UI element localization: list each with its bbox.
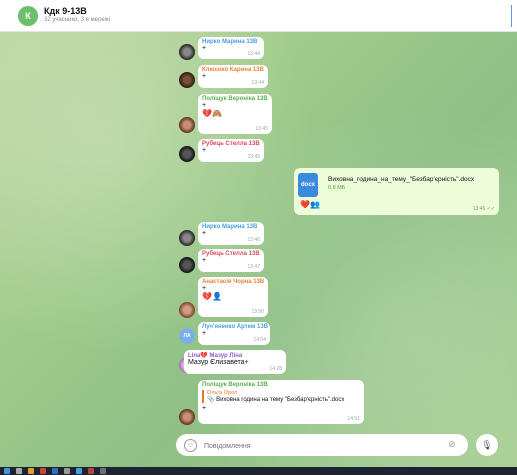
message-bubble[interactable]: Поліщук Вероніка 13В + 💔🙈 13:45: [198, 94, 272, 134]
avatar[interactable]: [179, 409, 195, 425]
message-time: 13:44: [247, 51, 260, 57]
sender-name[interactable]: Рубець Стелла 13В: [202, 141, 260, 147]
avatar[interactable]: ЛА: [179, 328, 195, 344]
avatar[interactable]: [179, 257, 195, 273]
sender-name[interactable]: Рубець Стелла 13В: [202, 251, 260, 257]
emoji-icon[interactable]: ☺: [184, 439, 197, 452]
message-text: +: [202, 285, 207, 292]
taskbar-app-icon[interactable]: [100, 468, 106, 474]
message-time: 13:46: [247, 237, 260, 243]
avatar[interactable]: [179, 72, 195, 88]
taskbar-app-icon[interactable]: [76, 468, 82, 474]
start-icon[interactable]: [4, 468, 10, 474]
sender-name[interactable]: Lina💔 Мазур Ліна: [188, 352, 282, 359]
message-text: +: [202, 102, 207, 109]
sender-name[interactable]: Клюєнко Карина 13В: [202, 67, 264, 73]
message-text: +: [202, 405, 207, 412]
message-time: 13:45: [255, 126, 268, 132]
message-text: Мазур Єлизавета+: [188, 359, 249, 366]
message-time: 13:47: [247, 264, 260, 270]
taskbar-app-icon[interactable]: [64, 468, 70, 474]
taskbar-app-icon[interactable]: [40, 468, 46, 474]
chat-subtitle: 32 учасники, 3 в мережі: [44, 17, 111, 23]
sender-name[interactable]: Поліщук Вероніка 13В: [202, 96, 268, 102]
message-time: 13:45: [247, 154, 260, 160]
message-bubble[interactable]: Клюєнко Карина 13В + 13:44: [198, 65, 268, 88]
message-time: 14:04: [253, 337, 266, 343]
message-bubble[interactable]: Рубець Стелла 13В + 13:47: [198, 249, 264, 272]
message-reactions[interactable]: 💔👤: [202, 292, 264, 301]
message-bubble[interactable]: Луч'яненко Артем 13В + 14:04: [198, 322, 270, 345]
taskbar-app-icon[interactable]: [52, 468, 58, 474]
message-reactions[interactable]: ❤️👥: [300, 200, 320, 209]
quote-text: 📎 Виховна година на тему "Безбар'єрність…: [207, 397, 345, 403]
message-bubble[interactable]: Анастасія Чорна 13В + 💔👤 13:50: [198, 277, 268, 317]
sender-name[interactable]: Поліщук Вероніка 13В: [202, 382, 360, 388]
taskbar-app-icon[interactable]: [16, 468, 22, 474]
message-time: 13:50: [251, 309, 264, 315]
taskbar-app-icon[interactable]: [88, 468, 94, 474]
file-message[interactable]: docx Виховна_година_на_тему_"Безбар'єрні…: [294, 168, 499, 215]
chat-avatar[interactable]: К: [18, 6, 38, 26]
side-panel-edge: [511, 5, 517, 27]
message-time: 13:46 ✓✓: [472, 206, 495, 212]
microphone-icon[interactable]: 🎙: [476, 434, 498, 456]
avatar[interactable]: [179, 44, 195, 60]
avatar[interactable]: [179, 230, 195, 246]
message-time: 14:51: [347, 416, 360, 422]
taskbar-app-icon[interactable]: [28, 468, 34, 474]
reply-quote[interactable]: Ольга Орел 📎 Виховна година на тему "Без…: [202, 390, 360, 403]
avatar[interactable]: [179, 146, 195, 162]
sender-name[interactable]: Нирко Марина 13В: [202, 39, 260, 45]
message-bubble[interactable]: Lina💔 Мазур Ліна Мазур Єлизавета+ 14:28: [184, 350, 286, 374]
message-bubble[interactable]: Рубець Стелла 13В + 13:45: [198, 139, 264, 162]
sender-name[interactable]: Луч'яненко Артем 13В: [202, 324, 268, 330]
avatar[interactable]: [179, 117, 195, 133]
chat-header: К Кдк 9-13В 32 учасники, 3 в мережі: [0, 0, 517, 32]
message-bubble[interactable]: Нирко Марина 13В + 13:46: [198, 222, 264, 245]
avatar[interactable]: [179, 302, 195, 318]
file-size: 0.8 МБ: [328, 185, 346, 191]
message-bubble[interactable]: Поліщук Вероніка 13В Ольга Орел 📎 Виховн…: [198, 380, 364, 424]
message-text: +: [202, 230, 207, 237]
sender-name[interactable]: Анастасія Чорна 13В: [202, 279, 264, 285]
message-time: 13:44: [251, 80, 264, 86]
message-text: +: [202, 257, 207, 264]
message-time: 14:28: [269, 366, 282, 372]
message-text: +: [202, 330, 207, 337]
document-icon[interactable]: docx: [298, 173, 318, 197]
message-input[interactable]: [202, 438, 436, 454]
chat-title[interactable]: Кдк 9-13В: [44, 6, 87, 16]
message-text: +: [202, 73, 207, 80]
message-text: +: [202, 147, 207, 154]
message-bubble[interactable]: Нирко Марина 13В + 13:44: [198, 37, 264, 59]
os-taskbar: [0, 467, 517, 475]
message-reactions[interactable]: 💔🙈: [202, 109, 268, 118]
sender-name[interactable]: Нирко Марина 13В: [202, 224, 260, 230]
file-name[interactable]: Виховна_година_на_тему_"Безбар'єрність".…: [328, 176, 474, 183]
message-composer: ☺ ⊘: [176, 434, 468, 456]
attach-icon[interactable]: ⊘: [448, 439, 456, 450]
